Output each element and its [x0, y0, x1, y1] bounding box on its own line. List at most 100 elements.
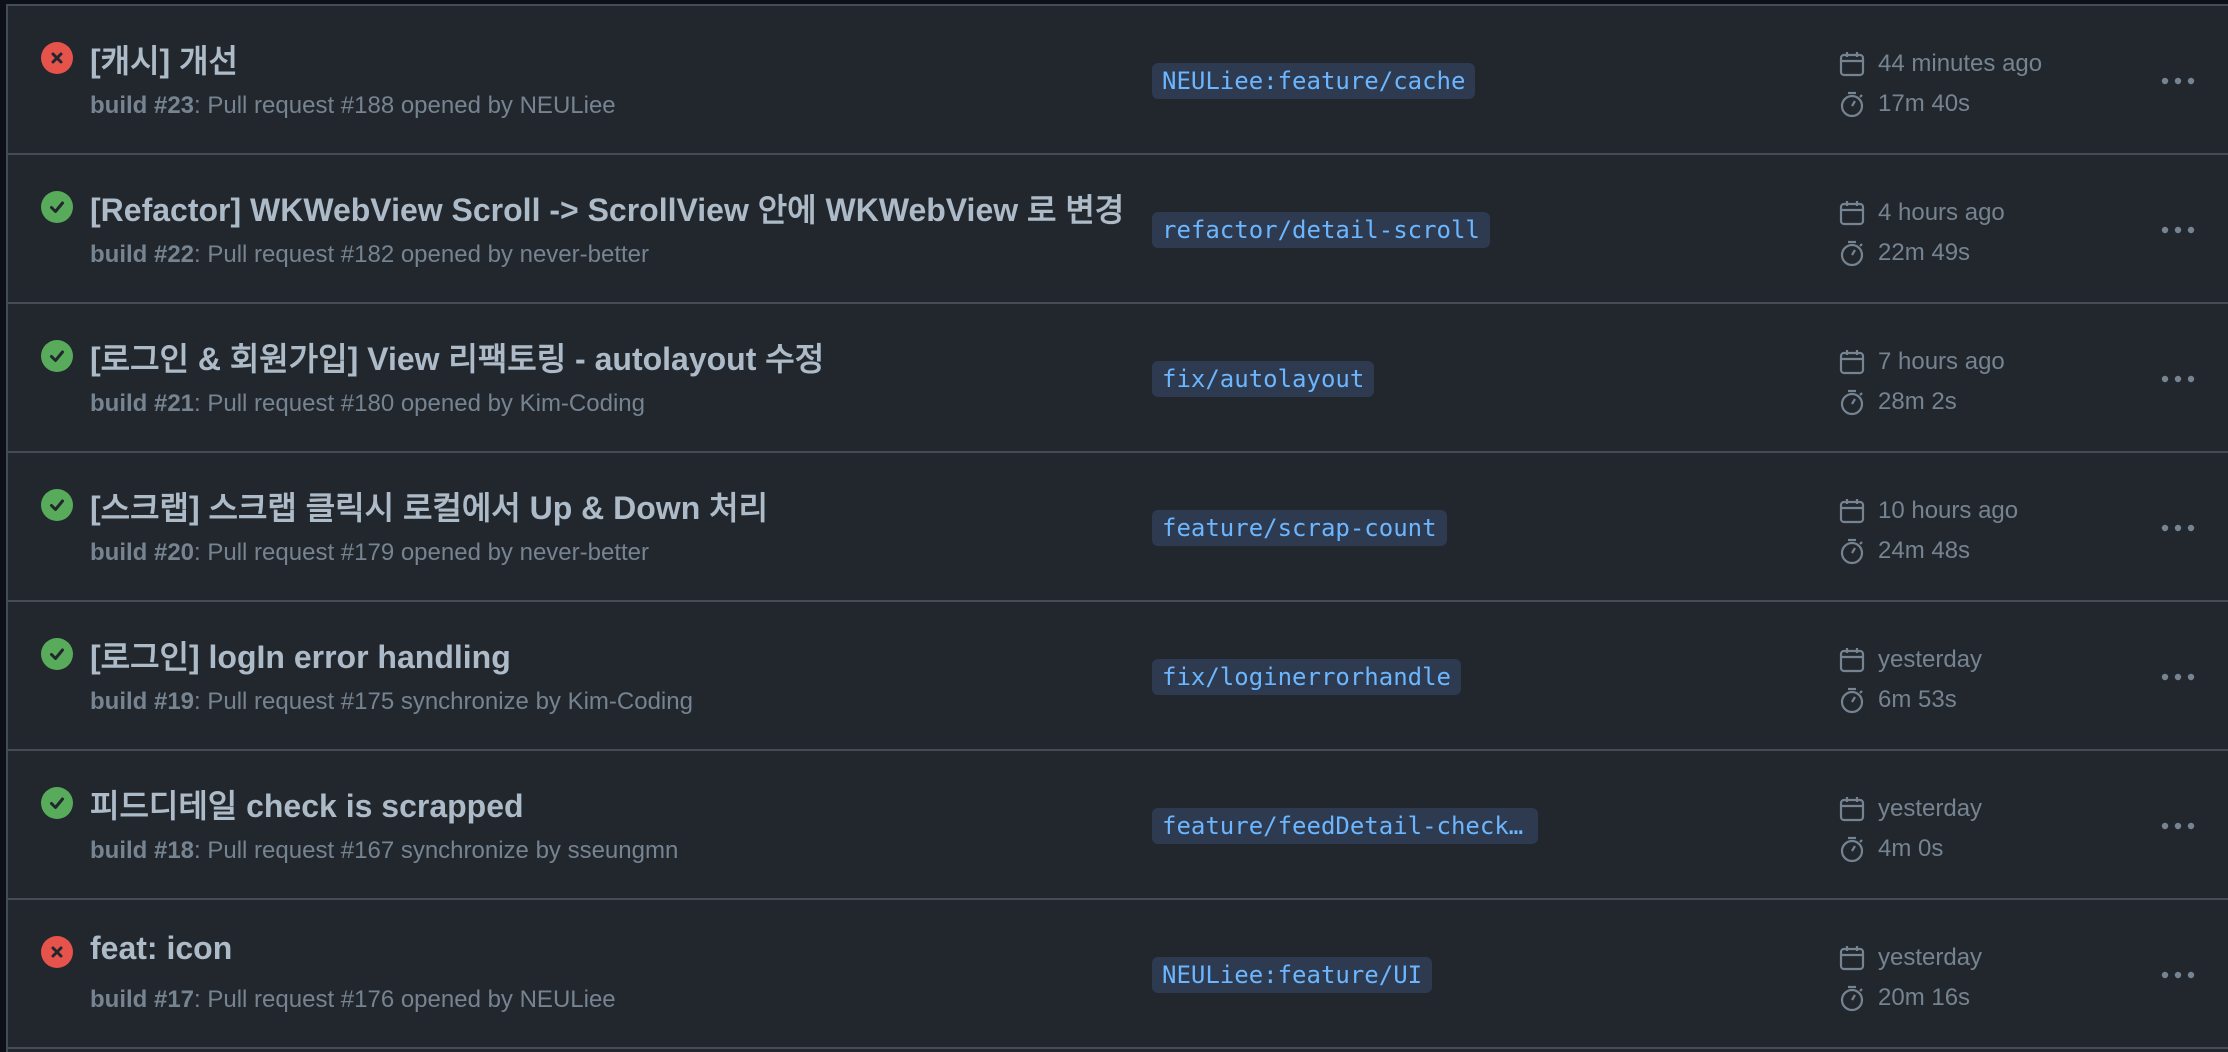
run-title[interactable]: [캐시] 개선: [90, 36, 238, 82]
workflow-run-row[interactable]: [로그인 & 회원가입] View 리팩토링 - autolayout 수정 b…: [8, 304, 2228, 453]
stopwatch-icon: [1840, 985, 1864, 1012]
build-number[interactable]: build #17: [90, 986, 194, 1013]
kebab-horizontal-icon: [2161, 77, 2195, 85]
calendar-icon: [1839, 797, 1865, 822]
run-time: 10 hours ago: [1838, 497, 2018, 525]
kebab-horizontal-icon: [2161, 971, 2195, 979]
branch-label[interactable]: fix/autolayout: [1152, 361, 1375, 397]
run-title[interactable]: 피드디테일 check is scrapped: [90, 781, 524, 827]
run-title[interactable]: [Refactor] WKWebView Scroll -> ScrollVie…: [90, 185, 1124, 231]
workflow-run-row[interactable]: [Refactor] WKWebView Scroll -> ScrollVie…: [8, 155, 2228, 304]
calendar-icon: [1839, 648, 1865, 673]
run-event: : Pull request #167 synchronize by sseun…: [194, 837, 679, 864]
check-icon: [50, 350, 64, 362]
branch-label[interactable]: NEULiee:feature/UI: [1152, 957, 1433, 993]
run-event: : Pull request #175 synchronize by Kim-C…: [194, 688, 693, 715]
run-time: yesterday: [1838, 944, 1982, 972]
run-subtitle: build #19: Pull request #175 synchronize…: [90, 688, 693, 716]
run-duration-text: 17m 40s: [1878, 90, 1971, 117]
x-icon: [51, 52, 63, 64]
more-options-button[interactable]: [2156, 510, 2200, 546]
build-number[interactable]: build #22: [90, 241, 194, 268]
run-time: yesterday: [1838, 646, 1982, 674]
build-number[interactable]: build #18: [90, 837, 194, 864]
check-circle-icon: [41, 340, 73, 372]
run-time-text: yesterday: [1878, 795, 1983, 822]
run-time: yesterday: [1838, 795, 1982, 823]
run-subtitle: build #18: Pull request #167 synchronize…: [90, 837, 678, 865]
more-options-button[interactable]: [2156, 659, 2200, 695]
run-duration: 17m 40s: [1838, 90, 1970, 118]
kebab-horizontal-icon: [2161, 524, 2195, 532]
run-duration-text: 22m 49s: [1878, 239, 1971, 266]
branch-label[interactable]: refactor/detail-scroll: [1152, 212, 1490, 248]
calendar-icon: [1839, 201, 1865, 226]
run-subtitle: build #17: Pull request #176 opened by N…: [90, 986, 616, 1014]
build-number[interactable]: build #19: [90, 688, 194, 715]
run-duration-text: 20m 16s: [1878, 984, 1971, 1011]
calendar-icon: [1839, 52, 1865, 77]
workflow-run-row[interactable]: [캐시] 개선 build #23: Pull request #188 ope…: [8, 6, 2228, 155]
check-circle-icon: [41, 787, 73, 819]
branch-label[interactable]: feature/scrap-count: [1152, 510, 1447, 546]
x-icon: [51, 946, 63, 958]
stopwatch-icon: [1840, 538, 1864, 565]
run-time-text: yesterday: [1878, 646, 1983, 673]
workflow-run-row[interactable]: 피드디테일 check is scrapped build #18: Pull …: [8, 751, 2228, 900]
workflow-run-row[interactable]: [로그인] logIn error handling build #19: Pu…: [8, 602, 2228, 751]
run-time-text: 44 minutes ago: [1878, 50, 2043, 77]
run-title[interactable]: [로그인] logIn error handling: [90, 632, 511, 678]
more-options-button[interactable]: [2156, 808, 2200, 844]
run-title[interactable]: feat: icon: [90, 930, 232, 967]
run-duration-text: 4m 0s: [1878, 835, 1944, 862]
stopwatch-icon: [1840, 836, 1864, 863]
kebab-horizontal-icon: [2161, 822, 2195, 830]
run-title[interactable]: [스크랩] 스크랩 클릭시 로컬에서 Up & Down 처리: [90, 483, 768, 529]
run-duration: 22m 49s: [1838, 239, 1970, 267]
run-event: : Pull request #182 opened by never-bett…: [194, 241, 649, 268]
stopwatch-icon: [1840, 91, 1864, 118]
build-number[interactable]: build #21: [90, 390, 194, 417]
run-event: : Pull request #188 opened by NEULiee: [194, 92, 616, 119]
run-subtitle: build #23: Pull request #188 opened by N…: [90, 92, 616, 120]
branch-label[interactable]: feature/feedDetail-checkI…: [1152, 808, 1538, 844]
run-subtitle: build #21: Pull request #180 opened by K…: [90, 390, 645, 418]
more-options-button[interactable]: [2156, 957, 2200, 993]
workflow-run-row[interactable]: feat: icon build #17: Pull request #176 …: [8, 900, 2228, 1049]
run-title[interactable]: [로그인 & 회원가입] View 리팩토링 - autolayout 수정: [90, 334, 824, 380]
build-number[interactable]: build #20: [90, 539, 194, 566]
run-subtitle: build #20: Pull request #179 opened by n…: [90, 539, 649, 567]
more-options-button[interactable]: [2156, 361, 2200, 397]
check-icon: [50, 648, 64, 660]
run-duration: 6m 53s: [1838, 686, 1957, 714]
calendar-icon: [1839, 350, 1865, 375]
run-duration: 28m 2s: [1838, 388, 1957, 416]
check-circle-icon: [41, 489, 73, 521]
run-subtitle: build #22: Pull request #182 opened by n…: [90, 241, 649, 269]
stopwatch-icon: [1840, 240, 1864, 267]
branch-label[interactable]: NEULiee:feature/cache: [1152, 63, 1476, 99]
run-time: 44 minutes ago: [1838, 50, 2042, 78]
more-options-button[interactable]: [2156, 63, 2200, 99]
workflow-runs-list: [캐시] 개선 build #23: Pull request #188 ope…: [6, 4, 2228, 1052]
x-circle-icon: [41, 936, 73, 968]
more-options-button[interactable]: [2156, 212, 2200, 248]
build-number[interactable]: build #23: [90, 92, 194, 119]
run-event: : Pull request #179 opened by never-bett…: [194, 539, 649, 566]
run-time-text: 4 hours ago: [1878, 199, 2005, 226]
kebab-horizontal-icon: [2161, 673, 2195, 681]
run-event: : Pull request #176 opened by NEULiee: [194, 986, 616, 1013]
run-time-text: 10 hours ago: [1878, 497, 2019, 524]
stopwatch-icon: [1840, 389, 1864, 416]
workflow-run-row[interactable]: [스크랩] 스크랩 클릭시 로컬에서 Up & Down 처리 build #2…: [8, 453, 2228, 602]
run-duration: 24m 48s: [1838, 537, 1970, 565]
check-circle-icon: [41, 638, 73, 670]
check-icon: [50, 201, 64, 213]
run-duration-text: 6m 53s: [1878, 686, 1957, 713]
check-icon: [50, 499, 64, 511]
run-time: 7 hours ago: [1838, 348, 2005, 376]
calendar-icon: [1839, 946, 1865, 971]
run-duration-text: 24m 48s: [1878, 537, 1971, 564]
branch-label[interactable]: fix/loginerrorhandle: [1152, 659, 1461, 695]
kebab-horizontal-icon: [2161, 375, 2195, 383]
